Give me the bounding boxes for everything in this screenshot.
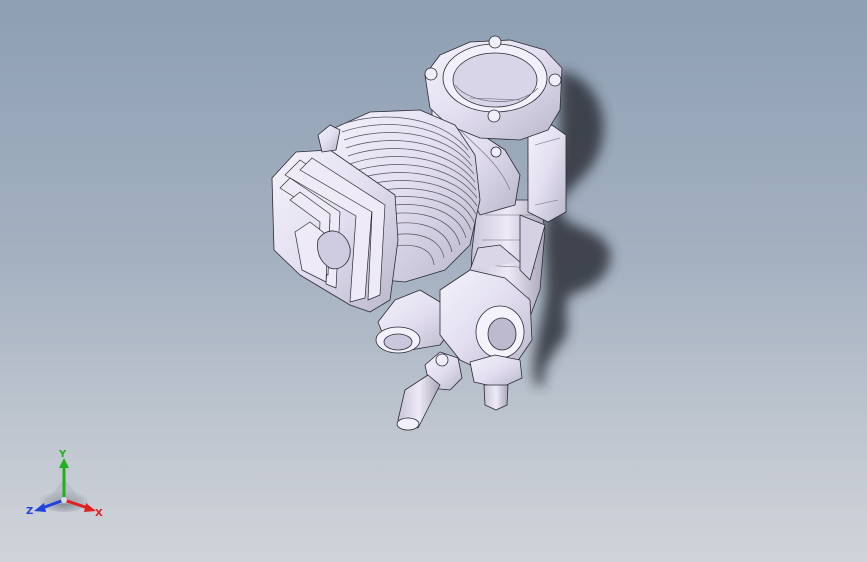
z-axis-label: Z (26, 506, 33, 517)
y-axis-label: Y (58, 449, 67, 460)
coordinate-triad: Y X Z (26, 449, 103, 519)
drive-shaft (483, 384, 509, 411)
drive-shaft-nut (469, 354, 523, 389)
engine-model[interactable] (0, 0, 867, 562)
graphics-viewport[interactable]: Y X Z (0, 0, 867, 562)
side-bracket (527, 124, 567, 223)
plug-boss (317, 124, 341, 153)
engine-model-parts (271, 35, 567, 431)
x-axis-label: X (95, 508, 103, 519)
